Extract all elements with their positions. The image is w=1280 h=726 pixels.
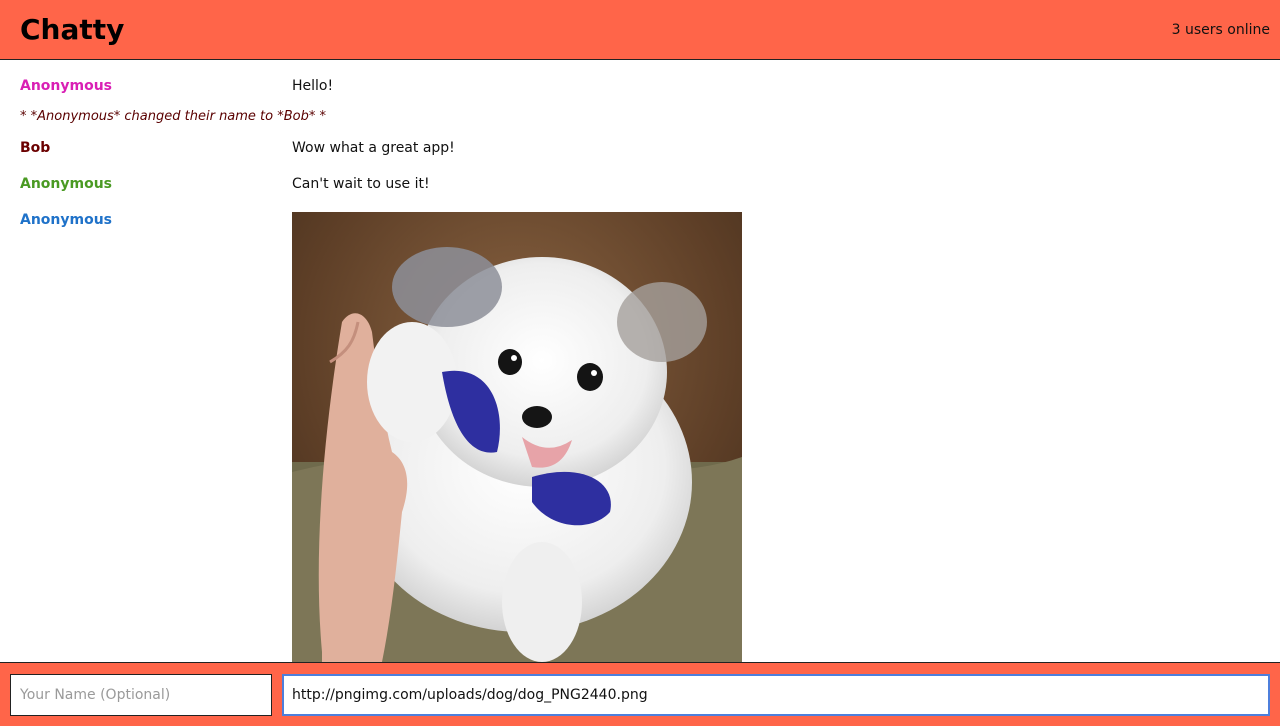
dog-photo-image xyxy=(292,212,742,662)
message-username: Anonymous xyxy=(20,212,113,228)
name-change-notification: * *Anonymous* changed their name to *Bob… xyxy=(20,109,327,124)
message-list[interactable]: Anonymous Hello! * *Anonymous* changed t… xyxy=(0,61,1280,662)
dog-photo-illustration xyxy=(292,212,742,662)
message-username: Anonymous xyxy=(20,176,113,192)
message-content: Can't wait to use it! xyxy=(292,176,430,192)
navbar: Chatty 3 users online xyxy=(0,0,1280,60)
message-username: Bob xyxy=(20,140,51,156)
message-content: Wow what a great app! xyxy=(292,140,455,156)
brand-title[interactable]: Chatty xyxy=(20,12,124,48)
message-input[interactable] xyxy=(282,674,1270,716)
message-username: Anonymous xyxy=(20,78,113,94)
users-online-count: 3 users online xyxy=(1171,22,1270,38)
username-input[interactable] xyxy=(10,674,272,716)
message-content: Hello! xyxy=(292,78,334,94)
chat-bar xyxy=(0,662,1280,726)
